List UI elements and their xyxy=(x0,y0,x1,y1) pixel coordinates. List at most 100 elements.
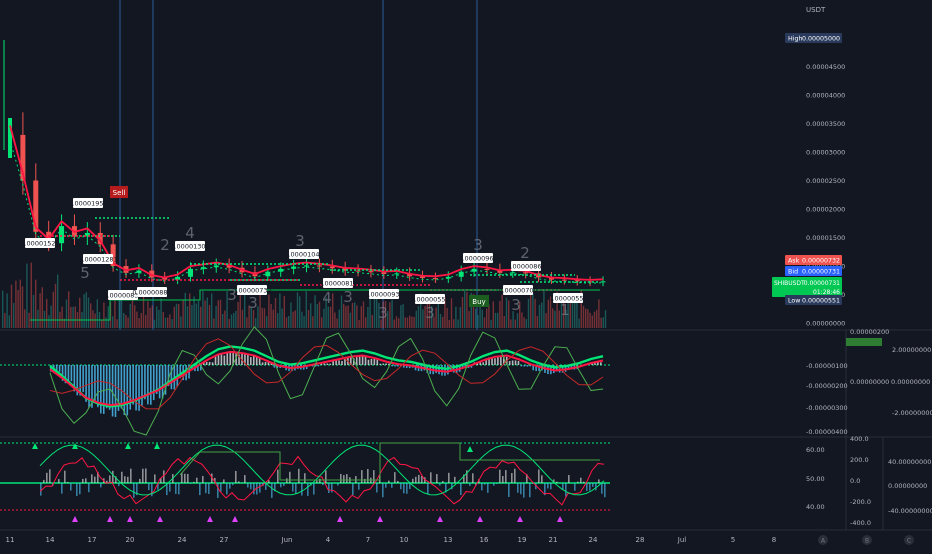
macd-bar xyxy=(103,365,105,414)
price-tags: High0.00005000Ask0.00000732Bid0.00000731… xyxy=(772,33,882,346)
osc-bar xyxy=(400,483,402,489)
volume-bar xyxy=(442,317,443,328)
osc-bar xyxy=(316,481,318,483)
macd-bar xyxy=(71,365,73,381)
volume-bar xyxy=(534,299,535,328)
macd-bar xyxy=(482,362,484,365)
volume-bar xyxy=(143,296,144,328)
osc-bar xyxy=(286,478,288,483)
volume-bar xyxy=(11,285,12,328)
macd-bar xyxy=(171,365,173,389)
volume-bar xyxy=(301,312,302,328)
volume-bar xyxy=(196,304,197,328)
low-tag-value: 0.00000551 xyxy=(802,298,840,305)
volume-bar xyxy=(149,308,150,328)
chart-canvas[interactable]: 0.000015200.000019520.000012810.00000839… xyxy=(0,0,932,550)
chart-root: 0.000015200.000019520.000012810.00000839… xyxy=(0,0,932,550)
time-axis[interactable]: 111417202427Jun4710131619212428Jul58 xyxy=(6,536,777,544)
volume-bar xyxy=(240,295,241,328)
volume-bar xyxy=(356,305,357,328)
price-label: 0.00000939 xyxy=(364,291,403,299)
time-label: 20 xyxy=(126,536,135,544)
macd-bar xyxy=(356,357,358,365)
macd-pane xyxy=(0,327,610,435)
volume-bar xyxy=(229,319,230,328)
macd-bar xyxy=(124,365,126,415)
osc-bar xyxy=(598,479,600,483)
volume-bar xyxy=(288,316,289,328)
volume-bar xyxy=(169,314,170,328)
volume-bar xyxy=(605,310,606,328)
volume-bar xyxy=(193,296,194,328)
volume-bar xyxy=(33,295,34,328)
macd-bar xyxy=(162,365,164,399)
osc-bar xyxy=(94,477,96,483)
volume-bar xyxy=(55,284,56,328)
osc-bar xyxy=(469,483,471,486)
rsi-tick: 50.00 xyxy=(806,475,825,483)
volume-bar xyxy=(35,280,36,328)
osc-bar xyxy=(70,483,72,491)
volume-bar xyxy=(270,304,271,328)
currency-label: USDT xyxy=(806,6,826,14)
time-label: 17 xyxy=(88,536,97,544)
volume-bar xyxy=(281,309,282,328)
volume-bar xyxy=(26,264,27,328)
macd-bar xyxy=(135,365,137,410)
volume-bar xyxy=(303,316,304,328)
osc-bar xyxy=(148,483,150,490)
volume-bar xyxy=(275,298,276,328)
volume-bar xyxy=(70,307,71,328)
volume-bar xyxy=(48,315,49,328)
time-label: 27 xyxy=(220,536,229,544)
volume-bar xyxy=(526,319,527,328)
volume-bar xyxy=(312,316,313,328)
osc-bar xyxy=(505,470,507,483)
osc-bar xyxy=(367,469,369,483)
magenta-triangle xyxy=(107,516,113,522)
osc-tick: 0.00000000 xyxy=(850,378,889,386)
volume-bar xyxy=(596,310,597,328)
osc-bar xyxy=(187,474,189,483)
corner-buttons[interactable]: ABC xyxy=(818,535,914,545)
volume-bar xyxy=(592,316,593,328)
volume-bar xyxy=(603,317,604,328)
macd-bar xyxy=(126,365,128,415)
time-label: 11 xyxy=(6,536,15,544)
corner-button-label: B xyxy=(865,538,869,545)
time-label: 19 xyxy=(518,536,527,544)
osc-bar xyxy=(139,479,141,483)
volume-bar xyxy=(213,318,214,328)
volume-bar xyxy=(350,313,351,328)
corner-button-label: C xyxy=(907,538,911,545)
volume-bar xyxy=(6,293,7,328)
osc-bar xyxy=(328,483,330,493)
volume-bar xyxy=(405,317,406,328)
volume-bar xyxy=(413,317,414,328)
volume-bar xyxy=(266,316,267,328)
volume-bar xyxy=(156,306,157,328)
macd-bar xyxy=(112,365,114,416)
volume-bar xyxy=(233,313,234,328)
macd-bar xyxy=(438,365,440,374)
osc-bar xyxy=(184,474,186,483)
volume-bar xyxy=(4,313,5,328)
volume-bar xyxy=(237,302,238,328)
candle-body xyxy=(484,269,489,270)
price-label: 0.00001952 xyxy=(68,200,107,208)
price-label: 0.00000880 xyxy=(132,289,171,297)
osc-bar xyxy=(496,483,498,484)
macd-bar xyxy=(368,360,370,365)
volume-bar xyxy=(215,306,216,328)
osc-bar xyxy=(517,483,519,493)
volume-bar xyxy=(374,295,375,328)
osc-bar xyxy=(64,471,66,483)
wave-count: 2 xyxy=(160,236,170,254)
time-label: 7 xyxy=(366,536,370,544)
volume-bar xyxy=(376,295,377,328)
volume-bar xyxy=(28,313,29,328)
volume-bar xyxy=(242,310,243,328)
osc-bar xyxy=(202,476,204,483)
osc-bar xyxy=(91,474,93,483)
volume-bar xyxy=(97,299,98,328)
